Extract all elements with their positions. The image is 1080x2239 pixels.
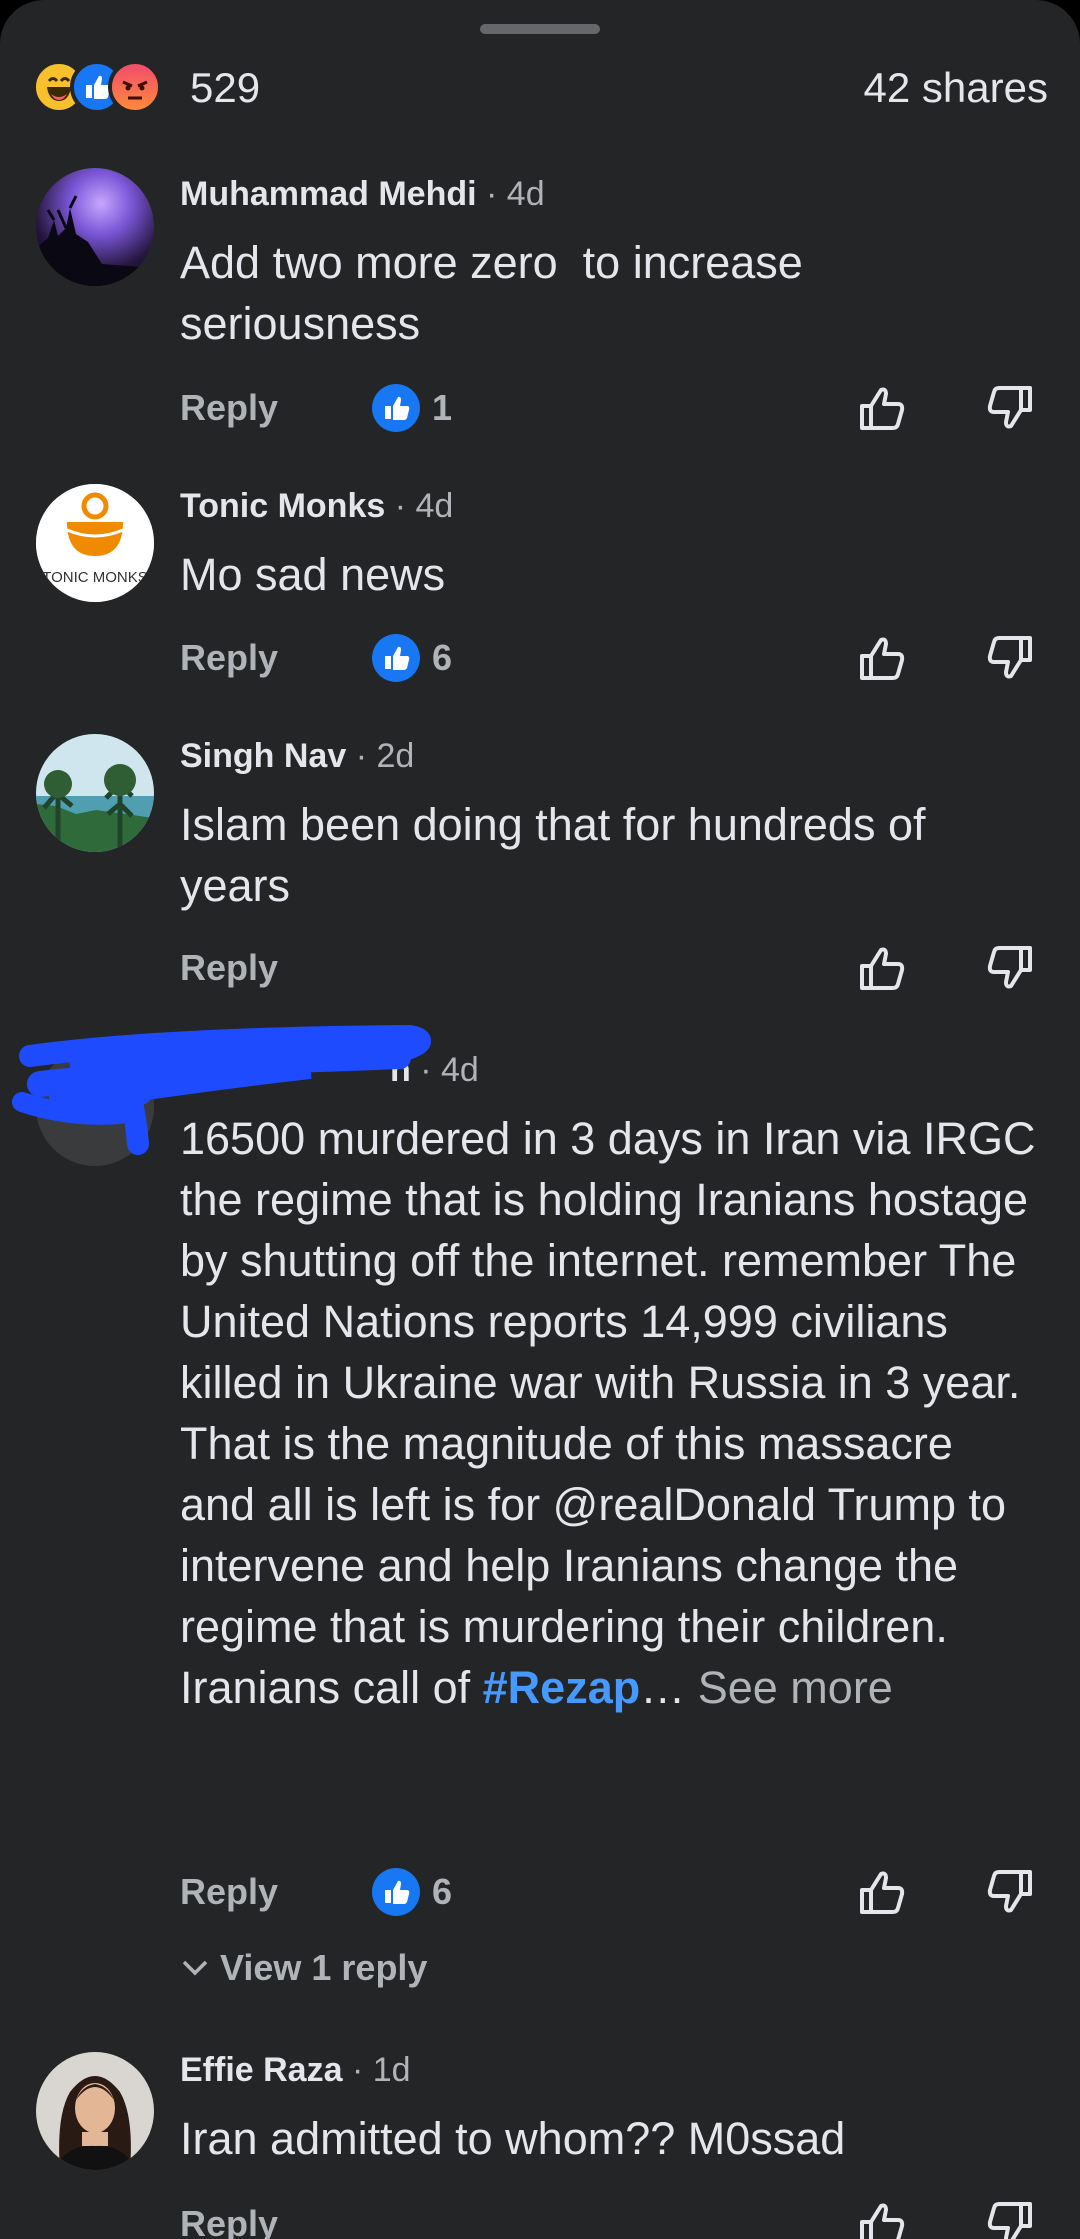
comment-actions: Reply (180, 2194, 1040, 2239)
reply-button[interactable]: Reply (180, 384, 278, 432)
comment-text: Mo sad news (180, 549, 446, 600)
sheet-drag-handle[interactable] (480, 24, 600, 34)
hashtag-link[interactable]: #Rezap (483, 1662, 641, 1713)
comments-sheet: 529 42 shares Muhammad Mehdi · 4d Add tw… (0, 0, 1080, 2239)
downvote-icon[interactable] (980, 2194, 1040, 2239)
comment-text-content: 16500 murdered in 3 days in Iran via IRG… (180, 1113, 1036, 1713)
comment-text: Islam been doing that for hundreds of ye… (180, 799, 939, 911)
see-more-link[interactable]: See more (685, 1662, 893, 1713)
comment-actions: Reply 6 (180, 628, 1040, 688)
comment-author[interactable]: Tonic Monks (180, 487, 385, 525)
comment-actions: Reply 6 (180, 1862, 1040, 1922)
downvote-icon[interactable] (980, 628, 1040, 688)
comment-time[interactable]: · 1d (352, 2051, 411, 2089)
reaction-icons[interactable] (32, 60, 162, 116)
chevron-down-icon (180, 1946, 210, 1994)
upvote-icon[interactable] (852, 378, 912, 438)
like-badge-icon (372, 1868, 420, 1916)
comment-actions: Reply (180, 938, 1040, 998)
like-count: 6 (432, 1871, 453, 1912)
comment-text: Add two more zero to increase seriousnes… (180, 237, 816, 349)
upvote-icon[interactable] (852, 1862, 912, 1922)
view-replies-button[interactable]: View 1 reply (180, 1944, 427, 1994)
upvote-icon[interactable] (852, 628, 912, 688)
upvote-icon[interactable] (852, 2194, 912, 2239)
reply-button[interactable]: Reply (180, 634, 278, 682)
avatar-logo-text: TONIC MONKS (42, 569, 148, 586)
downvote-icon[interactable] (980, 1862, 1040, 1922)
reaction-count[interactable]: 529 (190, 60, 260, 116)
avatar[interactable] (36, 734, 154, 852)
shares-count[interactable]: 42 shares (864, 60, 1048, 116)
like-badge-icon (372, 384, 420, 432)
reply-button[interactable]: Reply (180, 2200, 278, 2239)
like-count: 6 (432, 637, 453, 678)
like-badge-icon (372, 634, 420, 682)
comment-time[interactable]: · 4d (486, 175, 545, 213)
upvote-icon[interactable] (852, 938, 912, 998)
comment-author[interactable]: Muhammad Mehdi (180, 175, 477, 213)
redaction-scribble (12, 1024, 431, 1155)
comment-time[interactable]: · 4d (395, 487, 454, 525)
comment-author[interactable]: Singh Nav (180, 737, 346, 775)
reactions-summary[interactable]: 529 42 shares (32, 58, 1048, 122)
angry-icon (108, 60, 162, 114)
comment-time[interactable]: · 2d (356, 737, 415, 775)
comment-text: 16500 murdered in 3 days in Iran via IRG… (180, 1108, 1040, 1718)
reply-button[interactable]: Reply (180, 944, 278, 992)
avatar[interactable] (36, 168, 154, 286)
comment-text: Iran admitted to whom?? M0ssad (180, 2113, 846, 2164)
view-replies-label: View 1 reply (220, 1947, 428, 1988)
downvote-icon[interactable] (980, 938, 1040, 998)
truncation-ellipsis: … (640, 1662, 686, 1713)
comment-actions: Reply 1 (180, 378, 1040, 438)
avatar[interactable]: TONIC MONKS (36, 484, 154, 602)
downvote-icon[interactable] (980, 378, 1040, 438)
avatar[interactable] (36, 2052, 154, 2170)
like-count: 1 (432, 387, 453, 428)
reply-button[interactable]: Reply (180, 1868, 278, 1916)
comment-author[interactable]: Effie Raza (180, 2051, 343, 2089)
